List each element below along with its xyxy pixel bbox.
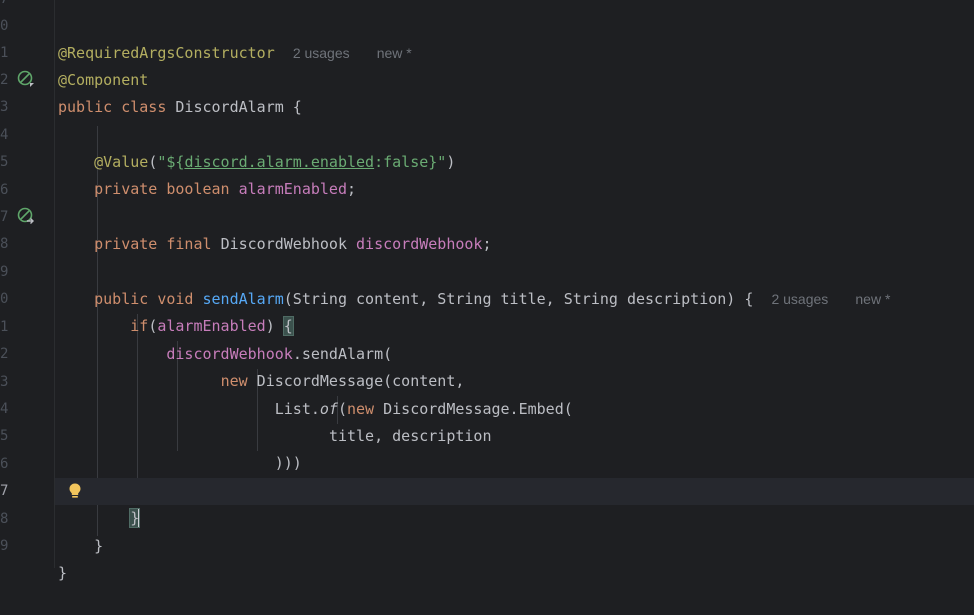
keyword: private boolean xyxy=(94,180,230,199)
spring-inject-icon[interactable] xyxy=(17,207,35,225)
code-line[interactable]: private boolean alarmEnabled; xyxy=(55,149,974,198)
line-number[interactable]: 6 xyxy=(0,451,12,478)
code-line[interactable]: List.of(new DiscordMessage.Embed( xyxy=(55,369,974,418)
code-line-current[interactable]: } xyxy=(55,478,974,529)
keyword: private final xyxy=(94,235,212,254)
line-number[interactable]: 1 xyxy=(0,40,12,67)
line-number[interactable]: 9 xyxy=(0,533,12,560)
line-number[interactable]: 8 xyxy=(0,506,12,533)
code-line[interactable]: @RequiredArgsConstructor 2 usages new * xyxy=(55,13,974,62)
code-line[interactable]: @Component xyxy=(55,40,974,89)
line-number[interactable]: 8 xyxy=(0,231,12,258)
code-line[interactable]: ))) xyxy=(55,423,974,472)
code-line[interactable]: title, description xyxy=(55,396,974,445)
type-name: DiscordWebhook xyxy=(220,235,347,254)
line-number[interactable]: 5 xyxy=(0,423,12,450)
line-number[interactable]: 6 xyxy=(0,177,12,204)
line-number[interactable]: 1 xyxy=(0,314,12,341)
code-line[interactable]: new DiscordMessage(content, xyxy=(55,341,974,390)
line-number[interactable]: 5 xyxy=(0,149,12,176)
code-line[interactable]: private final DiscordWebhook discordWebh… xyxy=(55,204,974,253)
code-line[interactable]: public class DiscordAlarm { xyxy=(55,67,974,116)
code-line[interactable]: } xyxy=(55,533,974,582)
code-line[interactable]: } xyxy=(55,506,974,555)
field-name: alarmEnabled xyxy=(238,180,347,199)
spring-bean-icon[interactable] xyxy=(17,70,35,88)
code-line[interactable]: if(alarmEnabled) { xyxy=(55,286,974,337)
code-line[interactable]: ); xyxy=(55,451,974,500)
field-name: discordWebhook xyxy=(356,235,483,254)
line-number[interactable]: 9 xyxy=(0,259,12,286)
line-number[interactable]: 7 xyxy=(0,204,12,231)
line-number-current[interactable]: 7 xyxy=(0,478,12,505)
line-number[interactable]: 3 xyxy=(0,94,12,121)
line-number[interactable]: 2 xyxy=(0,341,12,368)
punctuation: } xyxy=(58,564,68,583)
line-number[interactable]: 2 xyxy=(0,67,12,94)
class-name: DiscordAlarm xyxy=(175,98,284,117)
code-editor[interactable]: @RequiredArgsConstructor 2 usages new * … xyxy=(55,0,974,582)
code-line[interactable]: public void sendAlarm(String content, St… xyxy=(55,259,974,308)
code-line[interactable]: discordWebhook.sendAlarm( xyxy=(55,314,974,363)
punctuation: { xyxy=(283,98,302,117)
line-number[interactable]: 4 xyxy=(0,122,12,149)
punctuation: ; xyxy=(347,180,357,199)
line-number[interactable]: 4 xyxy=(0,396,12,423)
line-number[interactable]: 0 xyxy=(0,13,12,40)
line-number[interactable]: 7 xyxy=(0,0,12,13)
line-number[interactable]: 3 xyxy=(0,369,12,396)
keyword: public class xyxy=(58,98,167,117)
line-number[interactable]: 0 xyxy=(0,286,12,313)
lightbulb-icon[interactable] xyxy=(66,482,84,500)
code-line[interactable]: @Value("${discord.alarm.enabled:false}") xyxy=(55,122,974,171)
punctuation: ; xyxy=(482,235,492,254)
